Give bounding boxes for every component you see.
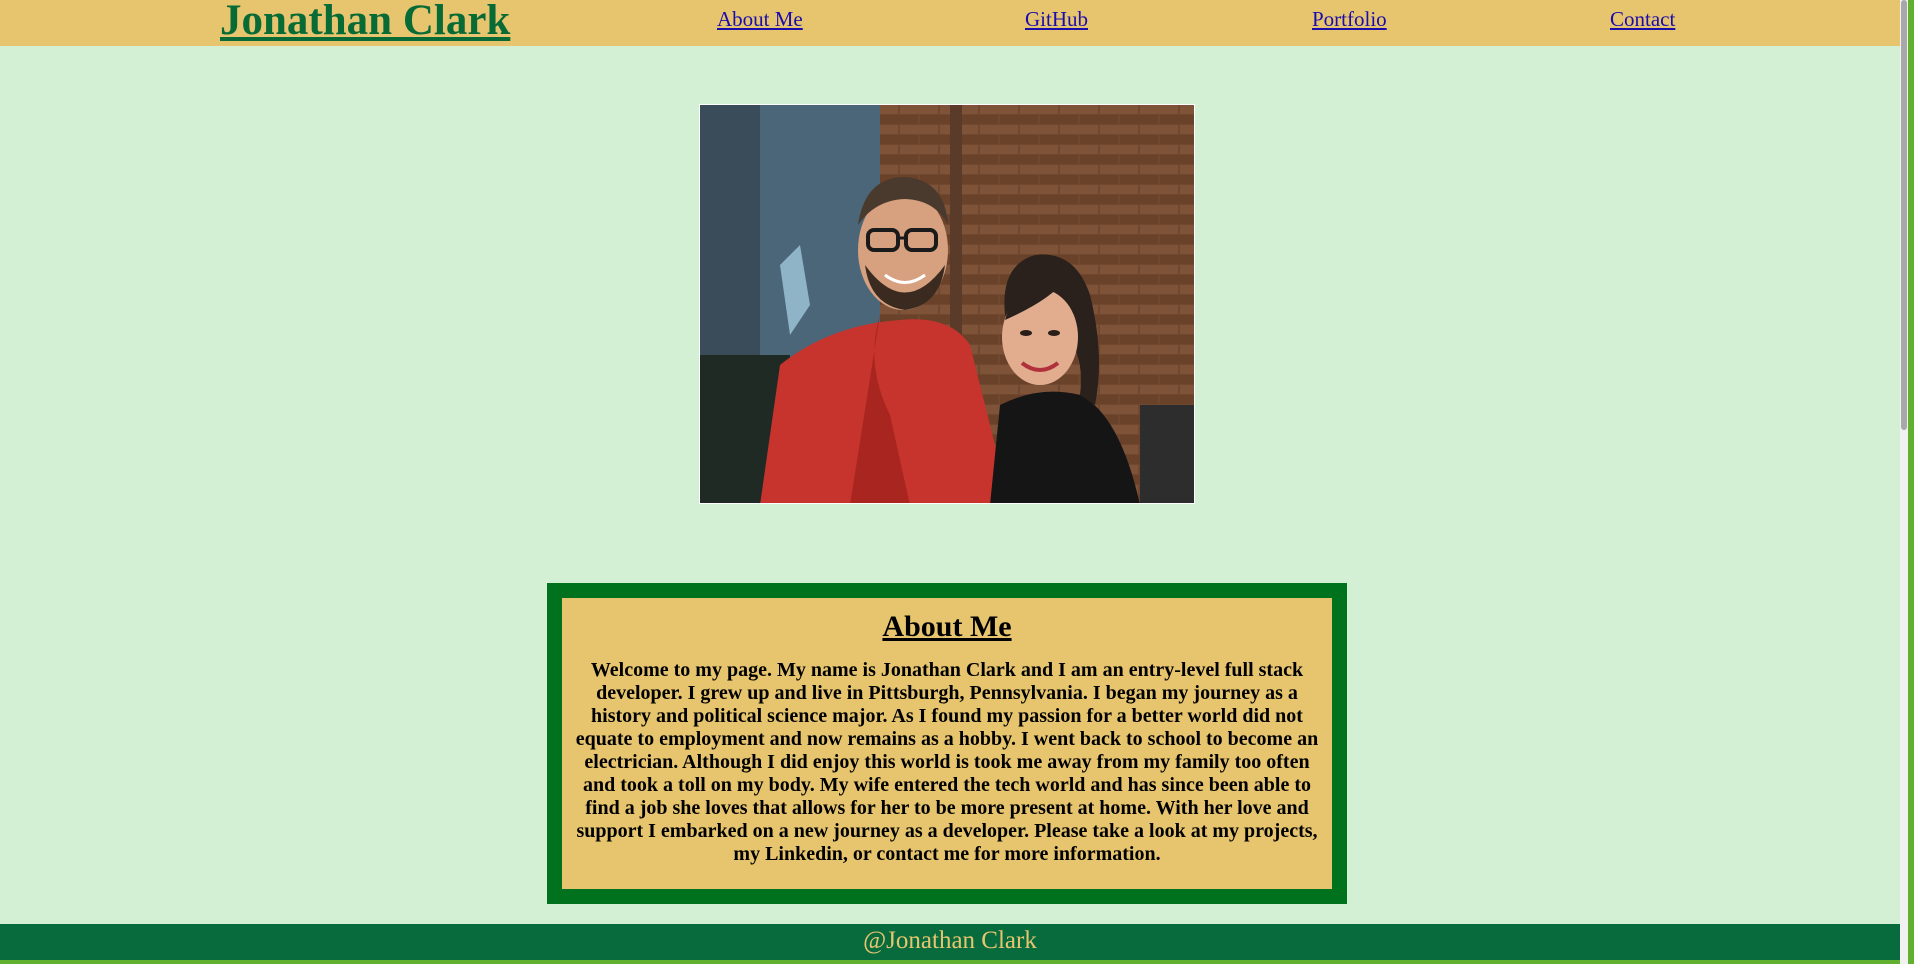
scrollbar-thumb[interactable]: [1901, 0, 1907, 430]
about-card: About Me Welcome to my page. My name is …: [562, 598, 1332, 889]
nav-link-portfolio[interactable]: Portfolio: [1312, 7, 1387, 32]
brand-link[interactable]: Jonathan Clark: [220, 0, 510, 45]
about-section: About Me Welcome to my page. My name is …: [547, 583, 1347, 904]
bottom-edge-strip: [0, 960, 1914, 964]
site-footer: @Jonathan Clark: [0, 924, 1900, 960]
nav-link-contact[interactable]: Contact: [1610, 7, 1675, 32]
footer-text: @Jonathan Clark: [863, 927, 1037, 954]
nav-link-github[interactable]: GitHub: [1025, 7, 1088, 32]
right-edge-strip: [1908, 0, 1914, 964]
site-header: Jonathan Clark About Me GitHub Portfolio…: [0, 0, 1900, 46]
nav-link-about-me[interactable]: About Me: [717, 7, 803, 32]
about-text: Welcome to my page. My name is Jonathan …: [575, 659, 1319, 865]
page-scrollbar[interactable]: [1900, 0, 1908, 964]
about-title: About Me: [882, 610, 1012, 643]
profile-photo: [699, 104, 1195, 504]
